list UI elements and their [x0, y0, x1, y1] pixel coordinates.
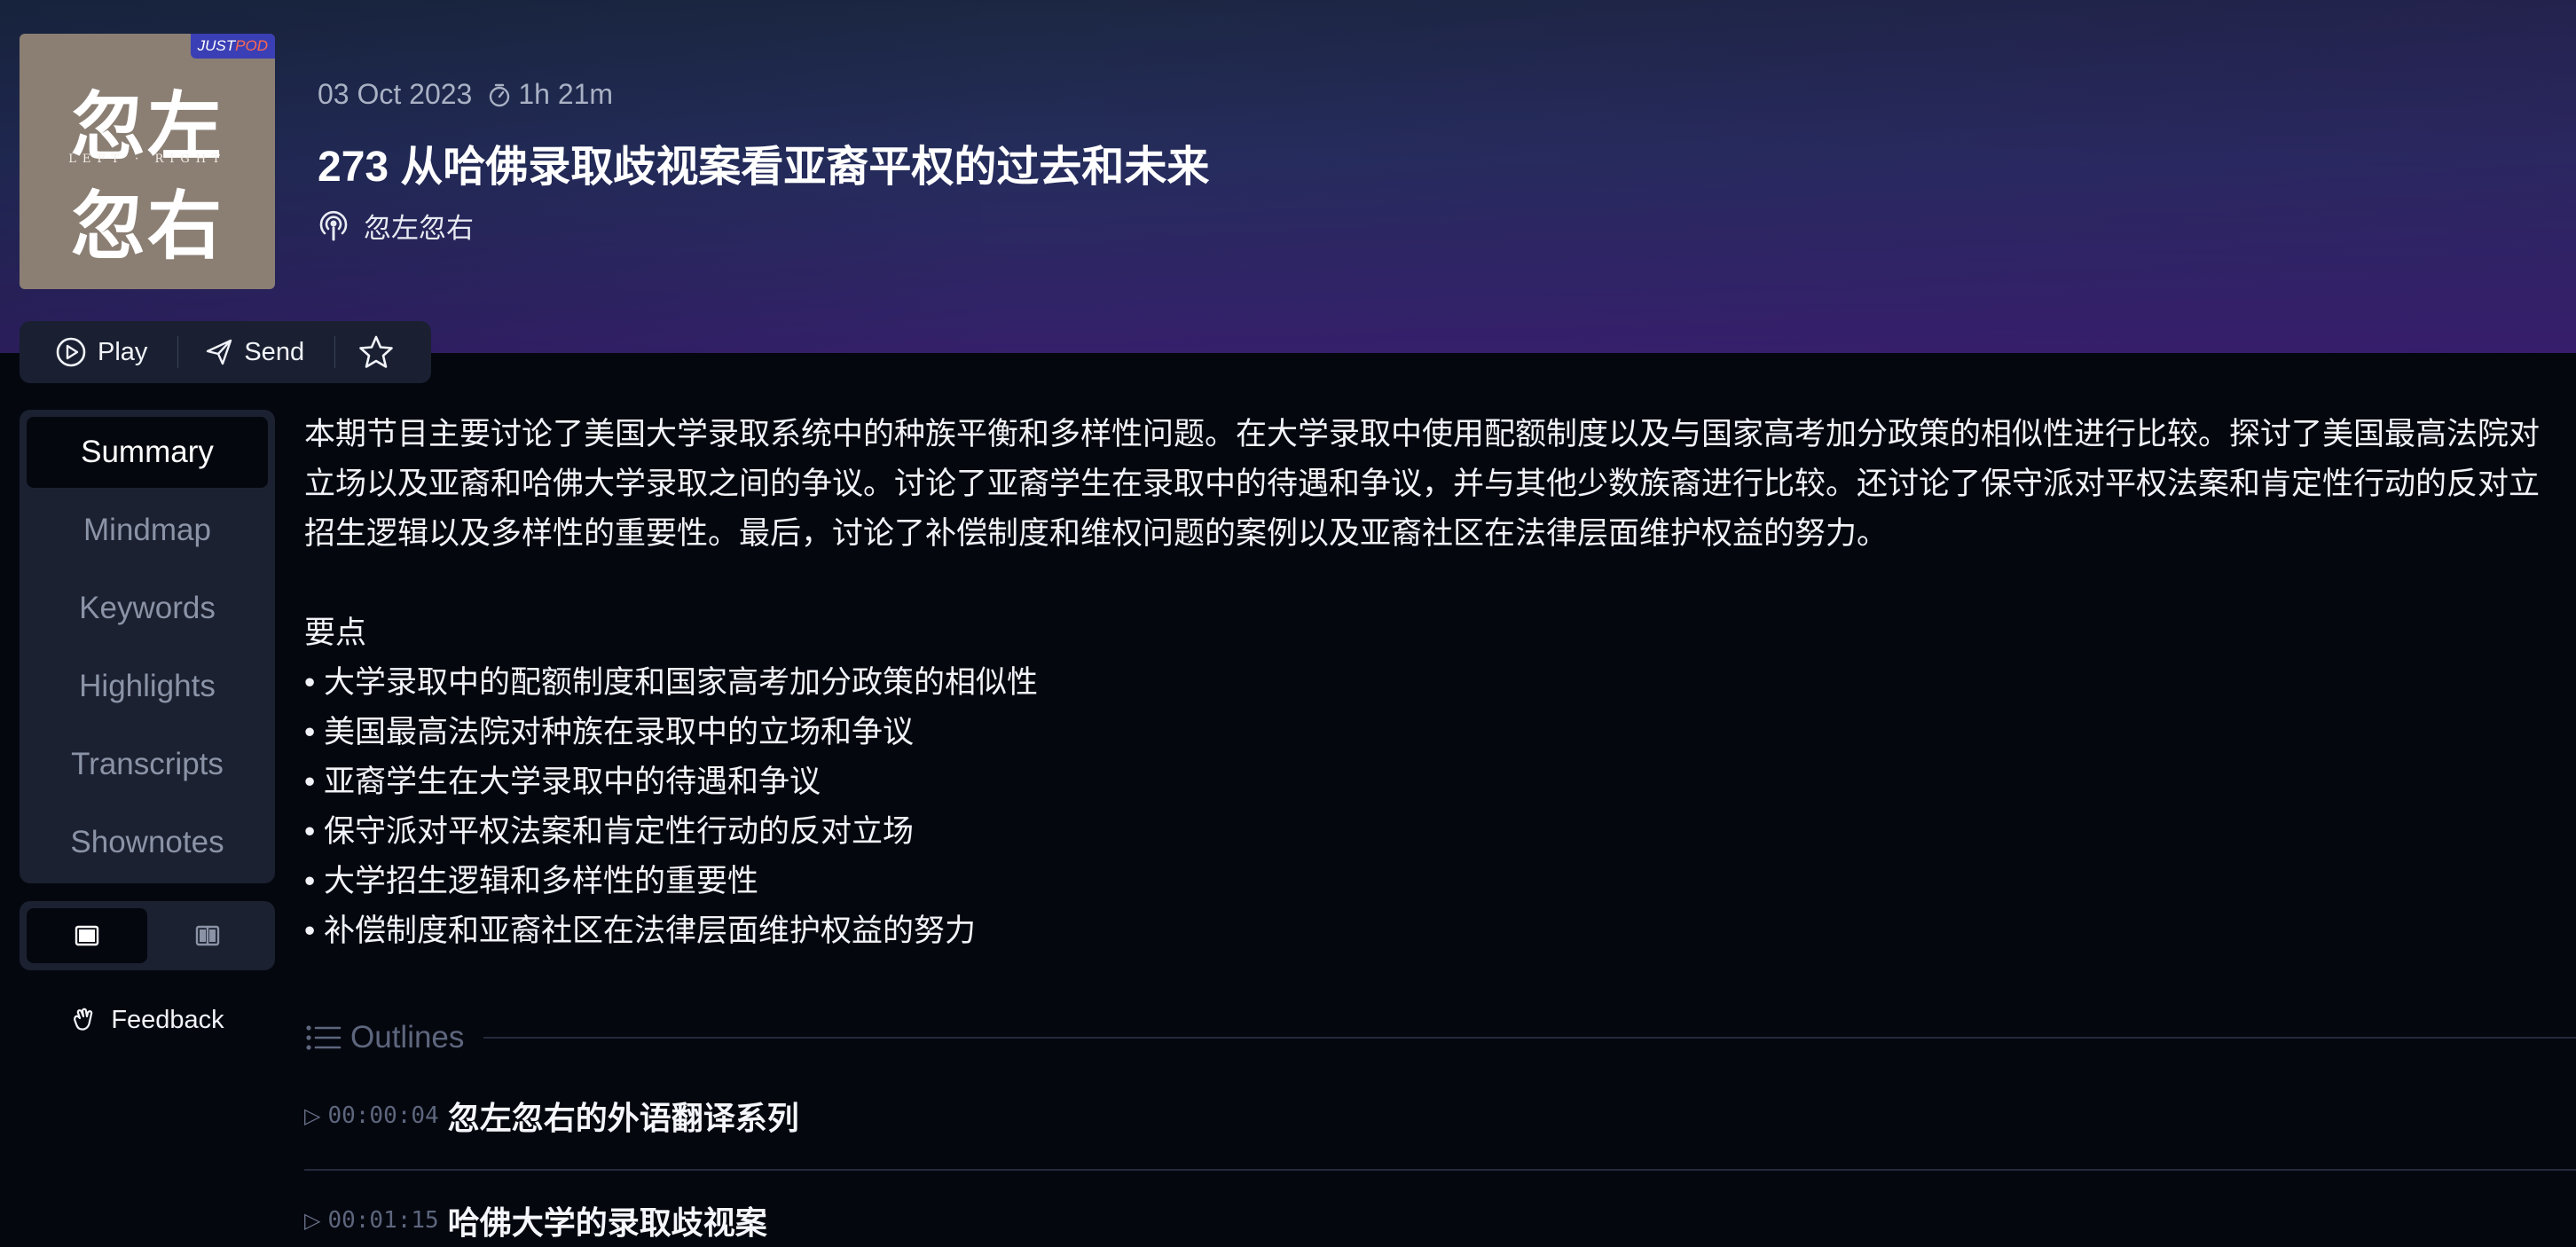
cover-subtitle: LEFT · RIGHT [68, 153, 226, 166]
expand-triangle-icon: ▷ [304, 1103, 321, 1128]
outline-item[interactable]: ▷ 00:00:04 忽左忽右的外语翻译系列 [304, 1089, 2576, 1142]
summary-panel: 本期节目主要讨论了美国大学录取系统中的种族平衡和多样性问题。在大学录取中使用配额… [304, 410, 2576, 956]
summary-line: 招生逻辑以及多样性的重要性。最后，讨论了补偿制度和维权问题的案例以及亚裔社区在法… [304, 516, 1889, 551]
feedback-button[interactable]: Feedback [20, 1000, 275, 1039]
podcast-channel-link[interactable]: 忽左忽右 [318, 206, 474, 246]
two-column-icon [195, 925, 220, 946]
episode-action-bar: Play Send [20, 321, 431, 383]
two-column-view-button[interactable] [147, 908, 268, 963]
tab-shownotes[interactable]: Shownotes [27, 807, 268, 878]
tab-highlights[interactable]: Highlights [27, 651, 268, 722]
outlines-section-header: Outlines [304, 1018, 2576, 1057]
tab-summary[interactable]: Summary [27, 417, 268, 488]
play-button[interactable]: Play [20, 321, 177, 383]
justpod-badge: JUSTPOD [190, 34, 275, 59]
episode-title: 273 从哈佛录取歧视案看亚裔平权的过去和未来 [318, 144, 1210, 191]
outline-timestamp[interactable]: 00:00:04 [327, 1102, 438, 1129]
send-button[interactable]: Send [178, 321, 334, 383]
key-point-item: 美国最高法院对种族在录取中的立场和争议 [304, 708, 2576, 757]
layout-toggle [20, 901, 275, 970]
single-column-view-button[interactable] [27, 908, 147, 963]
single-column-icon [75, 925, 99, 946]
podcast-cover-art: JUSTPOD 忽左 LEFT · RIGHT 忽右 [20, 34, 275, 289]
summary-paragraph: 本期节目主要讨论了美国大学录取系统中的种族平衡和多样性问题。在大学录取中使用配额… [304, 410, 2576, 559]
outline-title: 忽左忽右的外语翻译系列 [447, 1100, 799, 1136]
content-tab-nav: Summary Mindmap Keywords Highlights Tran… [20, 410, 275, 883]
star-icon [359, 335, 393, 368]
key-point-item: 补偿制度和亚裔社区在法律层面维护权益的努力 [304, 906, 2576, 956]
summary-line: 本期节目主要讨论了美国大学录取系统中的种族平衡和多样性问题。在大学录取中使用配额… [304, 417, 2541, 451]
outline-timestamp[interactable]: 00:01:15 [327, 1207, 438, 1234]
outlines-label: Outlines [350, 1020, 465, 1055]
key-point-item: 大学录取中的配额制度和国家高考加分政策的相似性 [304, 658, 2576, 708]
cover-title-bottom: 忽右 [70, 182, 224, 270]
episode-duration: 1h 21m [518, 78, 614, 110]
summary-line: 立场以及亚裔和哈佛大学录取之间的争议。讨论了亚裔学生在录取中的待遇和争议，并与其… [304, 467, 2541, 501]
outline-title: 哈佛大学的录取歧视案 [447, 1204, 767, 1241]
episode-meta: 03 Oct 2023 1h 21m [318, 78, 613, 111]
key-points-heading: 要点 [304, 616, 367, 650]
channel-name: 忽左忽右 [364, 213, 474, 244]
tab-transcripts[interactable]: Transcripts [27, 729, 268, 800]
timer-icon [490, 83, 510, 106]
send-icon [207, 339, 232, 365]
favorite-button[interactable] [335, 321, 431, 383]
feedback-hand-icon [74, 1008, 93, 1031]
key-points-list: 大学录取中的配额制度和国家高考加分政策的相似性 美国最高法院对种族在录取中的立场… [304, 658, 2576, 956]
play-circle-icon [56, 337, 86, 367]
list-icon [306, 1025, 342, 1050]
tab-mindmap[interactable]: Mindmap [27, 495, 268, 566]
expand-triangle-icon: ▷ [304, 1208, 321, 1233]
outlines-divider [483, 1037, 2576, 1039]
key-point-item: 保守派对平权法案和肯定性行动的反对立场 [304, 807, 2576, 857]
key-point-item: 亚裔学生在大学录取中的待遇和争议 [304, 757, 2576, 807]
key-point-item: 大学招生逻辑和多样性的重要性 [304, 857, 2576, 906]
episode-date: 03 Oct 2023 [318, 78, 473, 110]
outline-divider [304, 1169, 2576, 1171]
outline-item[interactable]: ▷ 00:01:15 哈佛大学的录取歧视案 [304, 1194, 2576, 1247]
tab-keywords[interactable]: Keywords [27, 573, 268, 644]
podcast-icon [319, 210, 348, 240]
